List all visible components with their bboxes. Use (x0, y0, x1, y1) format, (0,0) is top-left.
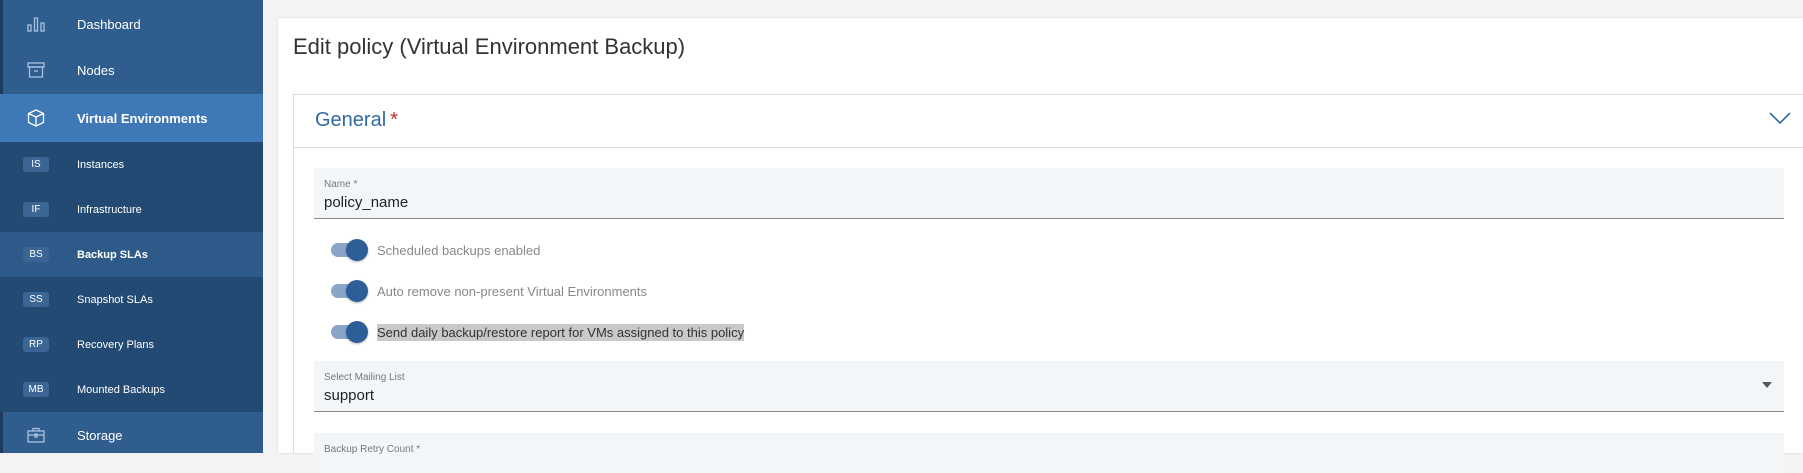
cube-icon (24, 106, 48, 130)
sidebar-item-label: Nodes (77, 62, 115, 78)
sidebar-subitem-snapshot-slas[interactable]: SS Snapshot SLAs (0, 277, 263, 322)
toggle-switch[interactable] (330, 279, 368, 303)
toggle-auto-remove[interactable]: Auto remove non-present Virtual Environm… (330, 279, 647, 303)
sidebar-subitem-label: Mounted Backups (77, 383, 166, 396)
mailing-list-label: Select Mailing List (324, 372, 405, 383)
briefcase-icon (24, 423, 48, 447)
section-title: General * (315, 109, 398, 132)
sidebar-subitem-backup-slas[interactable]: BS Backup SLAs (0, 232, 263, 277)
sidebar-subitem-label: Infrastructure (77, 203, 142, 216)
sidebar: Dashboard Nodes Virtual Environments IS … (0, 0, 263, 453)
toggle-switch[interactable] (330, 238, 368, 262)
sidebar-subitem-label: Recovery Plans (77, 338, 155, 351)
sidebar-item-label: Virtual Environments (77, 110, 208, 126)
sidebar-subitem-instances[interactable]: IS Instances (0, 142, 263, 187)
chevron-down-icon[interactable] (1769, 111, 1791, 127)
general-section-header[interactable]: General * (294, 95, 1803, 148)
archive-box-icon (24, 58, 48, 82)
toggle-label: Auto remove non-present Virtual Environm… (377, 283, 648, 299)
sidebar-subitem-badge: IS (23, 157, 49, 172)
sidebar-subitem-label: Instances (77, 158, 125, 171)
bar-chart-icon (24, 12, 48, 36)
toggle-label: Scheduled backups enabled (377, 242, 541, 258)
sidebar-item-dashboard[interactable]: Dashboard (0, 0, 263, 48)
name-field-label: Name * (324, 179, 358, 190)
sidebar-item-label: Storage (77, 427, 123, 443)
page-title: Edit policy (Virtual Environment Backup) (293, 34, 686, 59)
sidebar-subgroup: IS Instances IF Infrastructure BS Backup… (0, 142, 263, 412)
toggle-switch[interactable] (330, 320, 368, 344)
sidebar-subitem-badge: SS (23, 292, 49, 307)
sidebar-item-label: Dashboard (77, 16, 141, 32)
retry-count-field[interactable]: Backup Retry Count * (314, 433, 1784, 473)
section-title-text: General (315, 109, 387, 131)
required-mark: * (390, 109, 398, 131)
sidebar-subitem-label: Backup SLAs (77, 248, 148, 261)
name-field-value[interactable]: policy_name (324, 194, 408, 211)
sidebar-item-nodes[interactable]: Nodes (0, 46, 263, 94)
toggle-label: Send daily backup/restore report for VMs… (377, 323, 745, 341)
dropdown-caret-icon[interactable] (1762, 382, 1772, 388)
sidebar-subitem-badge: MB (23, 382, 49, 397)
mailing-list-select[interactable]: Select Mailing List support (314, 361, 1784, 412)
sidebar-item-storage[interactable]: Storage (0, 412, 263, 458)
sidebar-subitem-badge: BS (23, 247, 49, 262)
toggle-scheduled-backups[interactable]: Scheduled backups enabled (330, 238, 540, 262)
sidebar-item-virtual-environments[interactable]: Virtual Environments (0, 94, 263, 142)
name-field[interactable]: Name * policy_name (314, 168, 1784, 219)
toggle-daily-report[interactable]: Send daily backup/restore report for VMs… (330, 320, 745, 344)
retry-count-label: Backup Retry Count * (324, 444, 421, 455)
general-section: General * Name * policy_name Scheduled ba… (293, 94, 1803, 473)
sidebar-subitem-mounted-backups[interactable]: MB Mounted Backups (0, 367, 263, 412)
mailing-list-value: support (324, 387, 375, 404)
sidebar-subitem-badge: IF (23, 202, 49, 217)
sidebar-subitem-label: Snapshot SLAs (77, 293, 153, 306)
sidebar-subitem-recovery-plans[interactable]: RP Recovery Plans (0, 322, 263, 367)
sidebar-subitem-infrastructure[interactable]: IF Infrastructure (0, 187, 263, 232)
sidebar-subitem-badge: RP (23, 337, 49, 352)
